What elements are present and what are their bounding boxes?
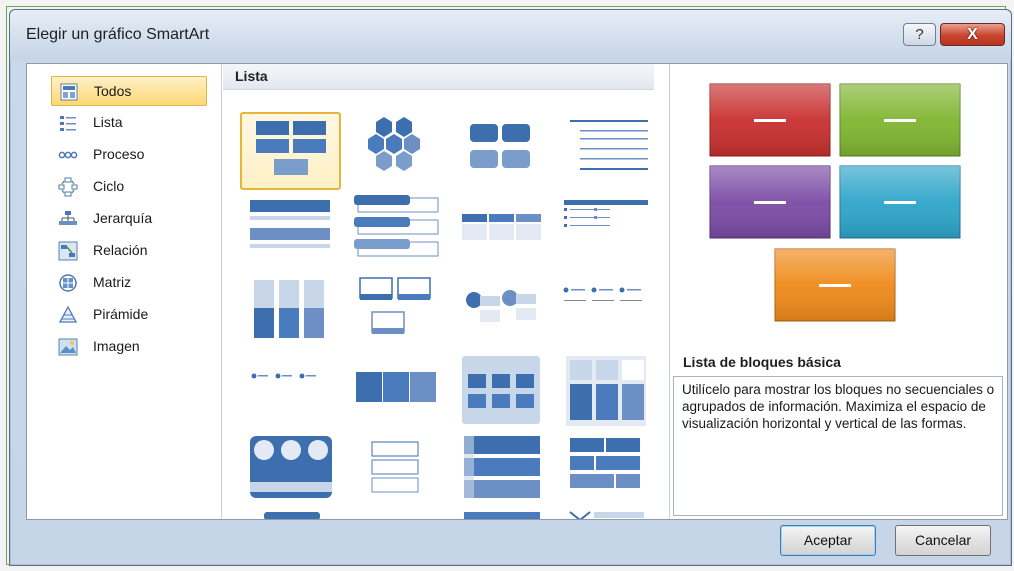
category-item-jerarquia[interactable]: Jerarquía [51, 204, 207, 234]
layout-thumbnail-bullet-timeline[interactable] [240, 352, 341, 430]
category-item-piramide[interactable]: Pirámide [51, 300, 207, 330]
preview-title: Lista de bloques básica [683, 354, 841, 370]
category-label: Ciclo [93, 178, 125, 194]
layout-thumbnail-tab-list[interactable] [450, 432, 551, 510]
category-label: Jerarquía [93, 210, 153, 226]
relationship-icon [58, 241, 78, 261]
layout-thumbnail-rounded-blocks[interactable] [450, 112, 551, 190]
category-item-matriz[interactable]: Matriz [51, 268, 207, 298]
process-icon [58, 151, 78, 159]
layout-thumbnail-picture-caption-list[interactable] [346, 272, 447, 350]
preview-block-green [839, 83, 961, 157]
category-label: Lista [93, 114, 123, 130]
layout-thumbnail-partial-4[interactable] [550, 510, 651, 519]
layout-thumbnail-dotted-line-list[interactable] [550, 272, 651, 350]
preview-graphic [709, 83, 961, 322]
layout-thumbnail-horizontal-blocks[interactable] [346, 352, 447, 430]
category-label: Imagen [93, 338, 140, 354]
help-icon: ? [915, 26, 924, 43]
ok-button[interactable]: Aceptar [780, 525, 876, 556]
help-button[interactable]: ? [903, 23, 936, 46]
layout-thumbnail-lined-list[interactable] [550, 112, 651, 190]
layout-thumbnail-table-list[interactable] [450, 192, 551, 270]
preview-block-blue [839, 165, 961, 239]
close-icon: X [967, 26, 978, 43]
category-item-relacion[interactable]: Relación [51, 236, 207, 266]
preview-pane: Lista de bloques básica Utilícelo para m… [669, 64, 1007, 519]
cycle-icon [58, 177, 78, 197]
layout-thumbnail-horizontal-bullet-list[interactable] [240, 192, 341, 270]
gallery-title: Lista [235, 68, 268, 84]
category-item-lista[interactable]: Lista [51, 108, 207, 138]
layout-thumbnail-brick-list[interactable] [550, 432, 651, 510]
category-label: Relación [93, 242, 148, 258]
layout-thumbnail-hexagons[interactable] [346, 112, 447, 190]
layout-thumbnail-picture-blocks[interactable] [550, 352, 651, 430]
title-bar[interactable]: Elegir un gráfico SmartArt ? X [10, 10, 1011, 60]
layout-thumbnail-circle-accent-list[interactable] [450, 272, 551, 350]
category-item-todos[interactable]: Todos [51, 76, 207, 106]
all-layouts-icon [60, 83, 78, 101]
pyramid-icon [58, 305, 78, 323]
preview-block-orange [774, 248, 896, 322]
layout-gallery: Lista [223, 64, 666, 519]
layout-thumbnail-stacked-list[interactable] [346, 192, 447, 270]
layout-thumbnail-vertical-box-list[interactable] [240, 272, 341, 350]
layout-thumbnail-partial-1[interactable] [240, 510, 341, 519]
gallery-header: Lista [223, 64, 654, 90]
category-list: Todos Lista Proceso Ciclo Jerarquía Rela… [27, 64, 222, 519]
category-item-imagen[interactable]: Imagen [51, 332, 207, 362]
smartart-dialog: Elegir un gráfico SmartArt ? X Todos Lis… [9, 9, 1012, 566]
layout-thumbnail-stacked-cards[interactable] [346, 432, 447, 510]
layout-thumbnail-circle-picture-list[interactable] [240, 432, 341, 510]
preview-block-purple [709, 165, 831, 239]
preview-description: Utilícelo para mostrar los bloques no se… [682, 382, 995, 431]
picture-icon [58, 338, 78, 356]
cancel-button[interactable]: Cancelar [895, 525, 991, 556]
category-item-ciclo[interactable]: Ciclo [51, 172, 207, 202]
layout-thumbnail-basic-block-list[interactable] [240, 112, 341, 190]
category-label: Proceso [93, 146, 145, 162]
dialog-title: Elegir un gráfico SmartArt [26, 26, 210, 43]
category-label: Todos [94, 83, 132, 99]
matrix-icon [59, 274, 77, 292]
layout-thumbnail-vertical-bracket-list[interactable] [550, 192, 651, 270]
category-item-proceso[interactable]: Proceso [51, 140, 207, 170]
dialog-content: Todos Lista Proceso Ciclo Jerarquía Rela… [26, 63, 1008, 520]
category-label: Pirámide [93, 306, 149, 322]
close-button[interactable]: X [940, 23, 1005, 46]
preview-description-box: Utilícelo para mostrar los bloques no se… [673, 376, 1003, 516]
list-icon [60, 116, 76, 131]
preview-block-red [709, 83, 831, 157]
layout-thumbnail-grid-blocks[interactable] [450, 352, 551, 430]
hierarchy-icon [59, 211, 77, 225]
layout-thumbnail-partial-3[interactable] [450, 510, 551, 519]
category-label: Matriz [93, 274, 132, 290]
